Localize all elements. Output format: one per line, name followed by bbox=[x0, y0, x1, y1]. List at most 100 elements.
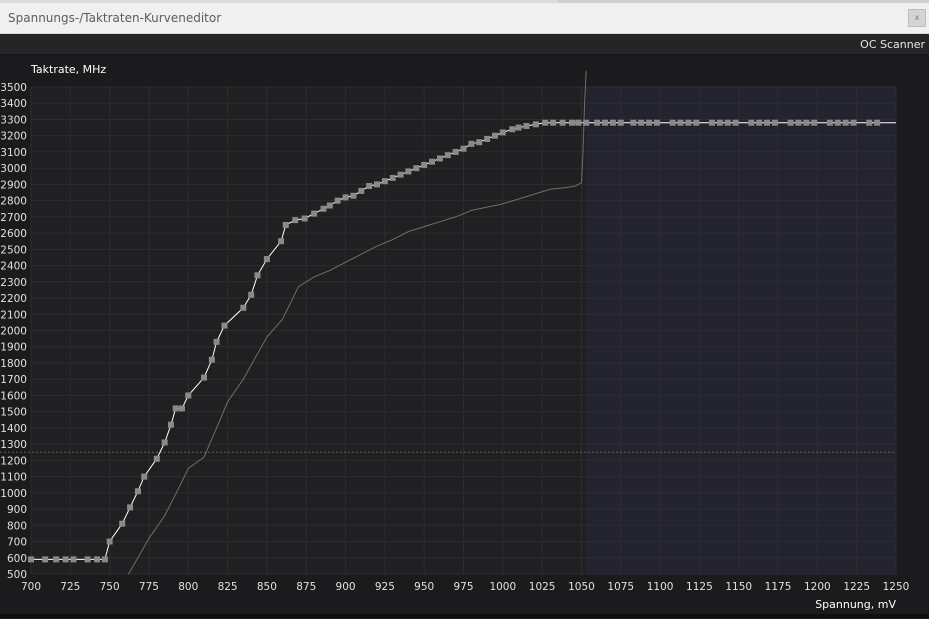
curve-point[interactable] bbox=[724, 119, 731, 126]
curve-point[interactable] bbox=[866, 119, 873, 126]
curve-point[interactable] bbox=[366, 183, 373, 190]
curve-point[interactable] bbox=[405, 168, 412, 175]
curve-point[interactable] bbox=[213, 338, 220, 345]
curve-point[interactable] bbox=[532, 121, 539, 128]
curve-point[interactable] bbox=[444, 152, 451, 159]
curve-point[interactable] bbox=[803, 119, 810, 126]
close-button[interactable]: x bbox=[908, 9, 926, 27]
curve-point[interactable] bbox=[311, 210, 318, 217]
curve-point[interactable] bbox=[685, 119, 692, 126]
curve-point[interactable] bbox=[320, 205, 327, 212]
curve-point[interactable] bbox=[254, 272, 261, 279]
curve-point[interactable] bbox=[811, 119, 818, 126]
curve-point[interactable] bbox=[208, 356, 215, 363]
curve-point[interactable] bbox=[429, 158, 436, 165]
curve-point[interactable] bbox=[413, 165, 420, 172]
curve-point[interactable] bbox=[708, 119, 715, 126]
curve-point[interactable] bbox=[62, 556, 69, 563]
curve-point[interactable] bbox=[630, 119, 637, 126]
curve-point[interactable] bbox=[84, 556, 91, 563]
curve-point[interactable] bbox=[748, 119, 755, 126]
curve-point[interactable] bbox=[515, 124, 522, 131]
curve-point[interactable] bbox=[94, 556, 101, 563]
curve-point[interactable] bbox=[106, 538, 113, 545]
curve-point[interactable] bbox=[468, 140, 475, 147]
curve-point[interactable] bbox=[358, 187, 365, 194]
oc-scanner-button[interactable]: OC Scanner bbox=[860, 38, 925, 51]
curve-point[interactable] bbox=[263, 256, 270, 263]
curve-point[interactable] bbox=[342, 194, 349, 201]
curve-point[interactable] bbox=[119, 520, 126, 527]
curve-point[interactable] bbox=[693, 119, 700, 126]
curve-point[interactable] bbox=[583, 119, 590, 126]
curve-point[interactable] bbox=[669, 119, 676, 126]
curve-point[interactable] bbox=[594, 119, 601, 126]
curve-point[interactable] bbox=[484, 135, 491, 142]
curve-point[interactable] bbox=[397, 171, 404, 178]
curve-point[interactable] bbox=[509, 126, 516, 133]
curve-point[interactable] bbox=[575, 119, 582, 126]
x-tick-label: 1175 bbox=[765, 581, 792, 593]
curve-point[interactable] bbox=[732, 119, 739, 126]
curve-point[interactable] bbox=[167, 421, 174, 428]
curve-point[interactable] bbox=[161, 439, 168, 446]
curve-point[interactable] bbox=[874, 119, 881, 126]
curve-point[interactable] bbox=[850, 119, 857, 126]
chart-svg[interactable]: 500 600 700 800 900 1000 1100 1200 1300 1400 1500 1… bbox=[0, 55, 929, 615]
curve-point[interactable] bbox=[350, 192, 357, 199]
curve-point[interactable] bbox=[374, 181, 380, 188]
curve-point[interactable] bbox=[53, 556, 60, 563]
curve-point[interactable] bbox=[550, 119, 557, 126]
curve-point[interactable] bbox=[278, 238, 285, 245]
curve-point[interactable] bbox=[559, 119, 566, 126]
curve-point[interactable] bbox=[292, 217, 299, 224]
curve-point[interactable] bbox=[70, 556, 77, 563]
curve-point[interactable] bbox=[499, 129, 506, 136]
curve-point[interactable] bbox=[787, 119, 794, 126]
curve-point[interactable] bbox=[389, 174, 396, 181]
curve-point[interactable] bbox=[569, 119, 576, 126]
curve-point[interactable] bbox=[452, 148, 459, 155]
curve-point[interactable] bbox=[381, 178, 388, 185]
curve-point[interactable] bbox=[638, 119, 645, 126]
curve-point[interactable] bbox=[221, 322, 228, 329]
curve-point[interactable] bbox=[127, 504, 134, 511]
curve-point[interactable] bbox=[602, 119, 609, 126]
curve-point[interactable] bbox=[542, 119, 549, 126]
curve-point[interactable] bbox=[141, 473, 148, 480]
curve-point[interactable] bbox=[436, 155, 443, 162]
curve-point[interactable] bbox=[42, 556, 49, 563]
curve-point[interactable] bbox=[153, 455, 160, 462]
curve-point[interactable] bbox=[826, 119, 833, 126]
curve-point[interactable] bbox=[653, 119, 660, 126]
curve-point[interactable] bbox=[764, 119, 771, 126]
curve-point[interactable] bbox=[617, 119, 624, 126]
curve-point[interactable] bbox=[134, 488, 141, 495]
curve-point[interactable] bbox=[248, 291, 255, 298]
curve-point[interactable] bbox=[185, 392, 192, 399]
curve-point[interactable] bbox=[476, 139, 483, 146]
curve-point[interactable] bbox=[795, 119, 802, 126]
curve-point[interactable] bbox=[282, 221, 289, 228]
curve-point[interactable] bbox=[201, 374, 207, 381]
curve-point[interactable] bbox=[677, 119, 684, 126]
curve-point[interactable] bbox=[491, 132, 498, 139]
curve-point[interactable] bbox=[609, 119, 616, 126]
curve-point[interactable] bbox=[523, 122, 530, 129]
curve-point[interactable] bbox=[240, 304, 247, 311]
curve-point[interactable] bbox=[326, 202, 333, 209]
curve-point[interactable] bbox=[101, 556, 108, 563]
curve-point[interactable] bbox=[756, 119, 763, 126]
curve-point[interactable] bbox=[28, 556, 34, 563]
curve-point[interactable] bbox=[178, 405, 185, 412]
curve-point[interactable] bbox=[842, 119, 849, 126]
curve-point[interactable] bbox=[301, 215, 308, 222]
curve-point[interactable] bbox=[834, 119, 841, 126]
curve-point[interactable] bbox=[771, 119, 778, 126]
curve-point[interactable] bbox=[334, 197, 341, 204]
curve-point[interactable] bbox=[646, 119, 653, 126]
curve-point[interactable] bbox=[716, 119, 723, 126]
curve-point[interactable] bbox=[421, 161, 428, 168]
curve-point[interactable] bbox=[460, 145, 467, 152]
curve-point[interactable] bbox=[172, 405, 179, 412]
